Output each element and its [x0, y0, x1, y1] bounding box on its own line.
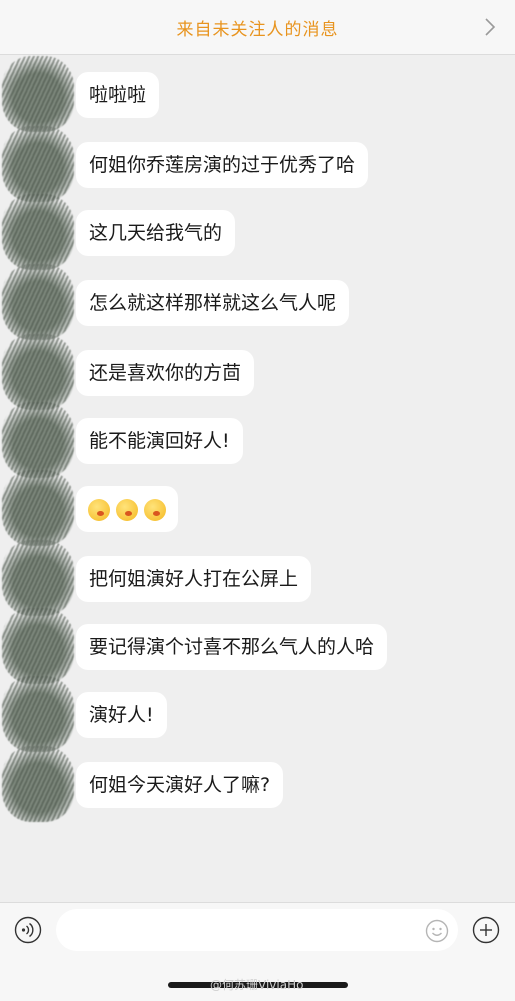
avatar[interactable] — [2, 676, 74, 752]
avatar[interactable] — [2, 608, 74, 684]
message-row: 还是喜欢你的方茴 — [0, 334, 515, 410]
message-row: 能不能演回好人! — [0, 402, 515, 478]
message-row: 啦啦啦 — [0, 56, 515, 132]
message-bubble[interactable] — [76, 486, 178, 532]
smile-icon[interactable] — [425, 919, 449, 943]
avatar[interactable] — [2, 746, 74, 822]
avatar[interactable] — [2, 540, 74, 616]
message-bubble[interactable]: 啦啦啦 — [76, 72, 160, 118]
message-row: 何姐你乔莲房演的过于优秀了哈 — [0, 126, 515, 202]
message-bubble[interactable]: 何姐你乔莲房演的过于优秀了哈 — [76, 142, 369, 188]
message-bubble[interactable]: 要记得演个讨喜不那么气人的人哈 — [76, 624, 388, 670]
pleading-face-emoji — [116, 498, 138, 521]
plus-icon[interactable] — [472, 916, 500, 944]
message-bubble[interactable]: 还是喜欢你的方茴 — [76, 350, 255, 396]
pleading-face-emoji — [88, 498, 110, 521]
message-row: 怎么就这样那样就这么气人呢 — [0, 264, 515, 340]
message-bubble[interactable]: 能不能演回好人! — [76, 418, 243, 464]
avatar[interactable] — [2, 264, 74, 340]
watermark: @何苏珊ViviaHo — [210, 978, 304, 992]
avatar[interactable] — [2, 402, 74, 478]
message-bubble[interactable]: 何姐今天演好人了嘛? — [76, 762, 284, 808]
message-row — [0, 470, 515, 546]
message-row: 这几天给我气的 — [0, 194, 515, 270]
message-bubble[interactable]: 把何姐演好人打在公屏上 — [76, 556, 312, 602]
message-bubble[interactable]: 演好人! — [76, 692, 167, 738]
avatar[interactable] — [2, 334, 74, 410]
avatar[interactable] — [2, 126, 74, 202]
message-input[interactable] — [56, 909, 458, 951]
message-bubble[interactable]: 这几天给我气的 — [76, 210, 236, 256]
message-row: 何姐今天演好人了嘛? — [0, 746, 515, 822]
avatar[interactable] — [2, 56, 74, 132]
message-list[interactable]: 啦啦啦 何姐你乔莲房演的过于优秀了哈 这几天给我气的 怎么就这样那样就这么气人呢… — [0, 54, 515, 902]
message-row: 要记得演个讨喜不那么气人的人哈 — [0, 608, 515, 684]
avatar[interactable] — [2, 470, 74, 546]
chevron-right-icon[interactable] — [483, 16, 497, 38]
message-row: 演好人! — [0, 676, 515, 752]
header-title: 来自未关注人的消息 — [176, 19, 339, 40]
voice-icon[interactable] — [14, 916, 42, 944]
message-row: 把何姐演好人打在公屏上 — [0, 540, 515, 616]
avatar[interactable] — [2, 194, 74, 270]
message-bubble[interactable]: 怎么就这样那样就这么气人呢 — [76, 280, 350, 326]
chat-header: 来自未关注人的消息 — [0, 0, 515, 55]
pleading-face-emoji — [144, 498, 166, 521]
